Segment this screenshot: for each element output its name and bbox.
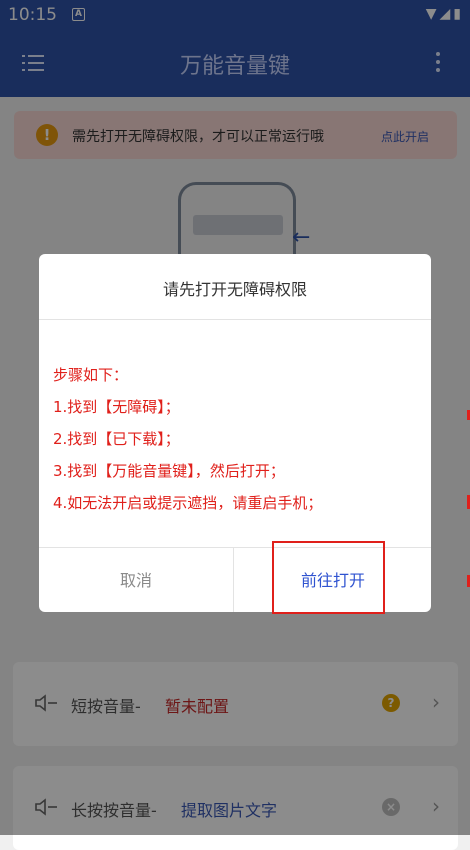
divider (39, 319, 431, 320)
cancel-button[interactable]: 取消 (39, 548, 234, 612)
highlight-box (272, 541, 385, 614)
step-line: 2.找到【已下载】； (53, 430, 180, 448)
dialog-steps: 步骤如下： 1.找到【无障碍】； 2.找到【已下载】； 3.找到【万能音量键】，… (53, 359, 322, 519)
step-line: 步骤如下： (53, 366, 129, 384)
step-line: 4.如无法开启或提示遮挡，请重启手机； (53, 494, 323, 512)
dialog-title: 请先打开无障碍权限 (162, 280, 307, 299)
step-line: 1.找到【无障碍】； (53, 398, 180, 416)
step-line: 3.找到【万能音量键】，然后打开； (53, 462, 285, 480)
